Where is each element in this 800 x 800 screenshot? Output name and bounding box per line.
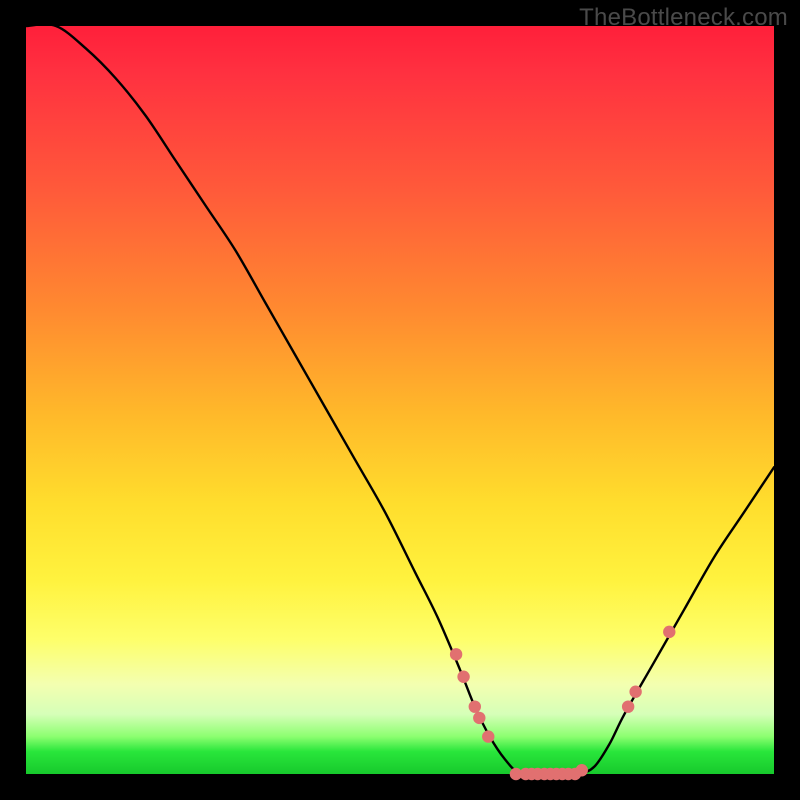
data-dot — [629, 686, 641, 698]
data-dot — [482, 730, 494, 742]
data-dot — [622, 700, 634, 712]
data-dot — [576, 764, 588, 776]
data-dot — [473, 712, 485, 724]
data-dot — [469, 700, 481, 712]
chart-stage: TheBottleneck.com — [0, 0, 800, 800]
chart-svg — [26, 26, 774, 774]
data-dot — [450, 648, 462, 660]
data-dot — [663, 626, 675, 638]
data-dot — [457, 671, 469, 683]
bottleneck-curve — [26, 24, 774, 775]
data-dots — [450, 626, 676, 781]
